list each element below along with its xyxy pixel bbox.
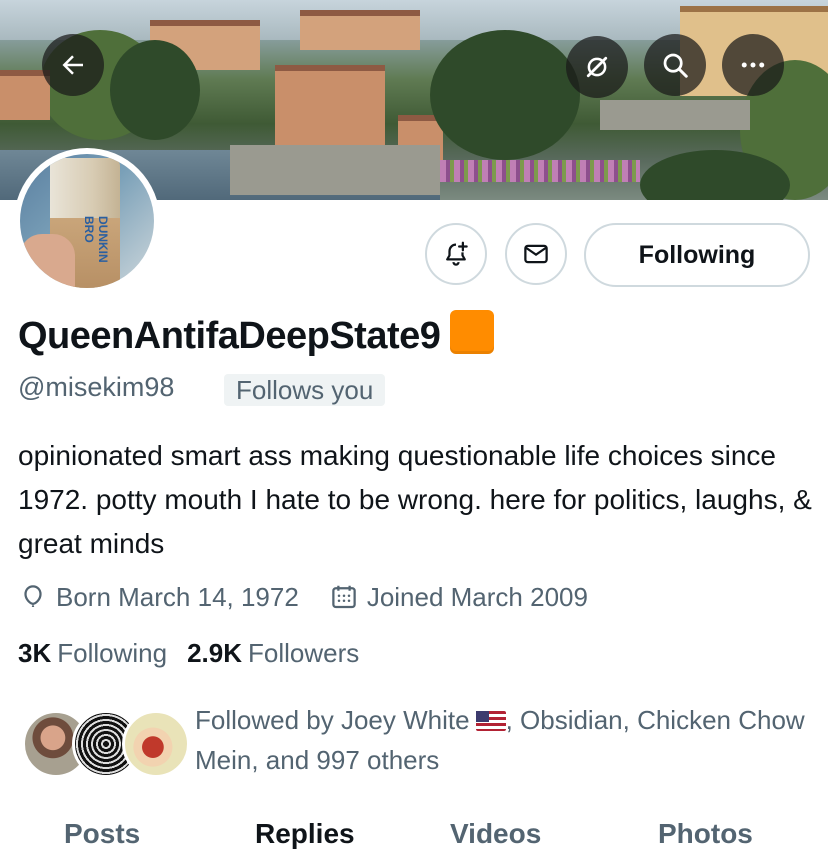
avatar[interactable]: DUNKIN BRO xyxy=(14,148,160,294)
search-icon xyxy=(663,53,688,78)
calendar-icon xyxy=(332,585,356,609)
profile-meta: Born March 14, 1972 Joined March 2009 xyxy=(18,578,588,616)
banner-wall xyxy=(230,145,440,195)
banner-building xyxy=(275,65,385,145)
banner-flowers xyxy=(440,160,640,182)
avatar-image: DUNKIN BRO xyxy=(20,154,154,288)
us-flag-icon xyxy=(475,711,506,731)
banner-tree xyxy=(430,30,580,160)
message-button[interactable] xyxy=(505,223,567,285)
user-handle: @misekim98 xyxy=(18,372,175,402)
profile-stats: 3K Following 2.9K Followers xyxy=(18,638,359,669)
grok-slash-icon xyxy=(586,56,608,78)
followed-by-text[interactable]: Followed by Joey White, Obsidian, Chicke… xyxy=(195,700,815,780)
banner-building xyxy=(300,10,420,50)
more-horizontal-icon xyxy=(741,62,765,68)
joined-text: Joined March 2009 xyxy=(366,581,588,612)
profile-bio: opinionated smart ass making questionabl… xyxy=(18,440,812,559)
search-button[interactable] xyxy=(644,34,706,96)
bell-plus-icon xyxy=(446,241,468,266)
following-label: Following xyxy=(57,638,168,668)
banner-building xyxy=(0,70,50,120)
followed-by-prefix: Followed by Joey White xyxy=(195,705,470,735)
followers-count: 2.9K xyxy=(187,638,242,668)
joined-item: Joined March 2009 xyxy=(329,582,588,613)
mutual-avatar xyxy=(122,710,190,778)
more-button[interactable] xyxy=(722,34,784,96)
following-count: 3K xyxy=(18,638,52,668)
orange-square-badge xyxy=(450,310,495,354)
banner-tree xyxy=(110,40,200,140)
followers-label: Followers xyxy=(248,638,360,668)
profile-tabs: Posts Replies Videos Photos xyxy=(0,806,828,857)
avatar-cup-text: DUNKIN BRO xyxy=(82,216,110,263)
tab-photos[interactable]: Photos xyxy=(658,818,753,850)
birthday-text: Born March 14, 1972 xyxy=(56,581,299,612)
envelope-icon xyxy=(524,244,548,264)
followers-link[interactable]: 2.9K Followers xyxy=(187,638,359,669)
following-button[interactable]: Following xyxy=(584,223,810,287)
back-button[interactable] xyxy=(42,34,104,96)
following-link[interactable]: 3K Following xyxy=(18,638,167,669)
birthday-item: Born March 14, 1972 xyxy=(18,582,299,613)
banner-wall xyxy=(600,100,750,130)
tab-videos[interactable]: Videos xyxy=(450,818,541,850)
follows-you-badge: Follows you xyxy=(224,374,386,406)
tab-replies[interactable]: Replies xyxy=(255,818,355,850)
balloon-icon xyxy=(24,585,42,607)
display-name-row: QueenAntifaDeepState9 xyxy=(18,310,495,358)
grok-button[interactable] xyxy=(566,36,628,98)
tab-posts[interactable]: Posts xyxy=(64,818,140,850)
avatar-hand xyxy=(20,234,75,288)
display-name: QueenAntifaDeepState9 xyxy=(18,315,441,357)
arrow-left-icon xyxy=(62,55,83,75)
mutual-followers-avatars[interactable] xyxy=(22,710,190,780)
notify-button[interactable] xyxy=(425,223,487,285)
